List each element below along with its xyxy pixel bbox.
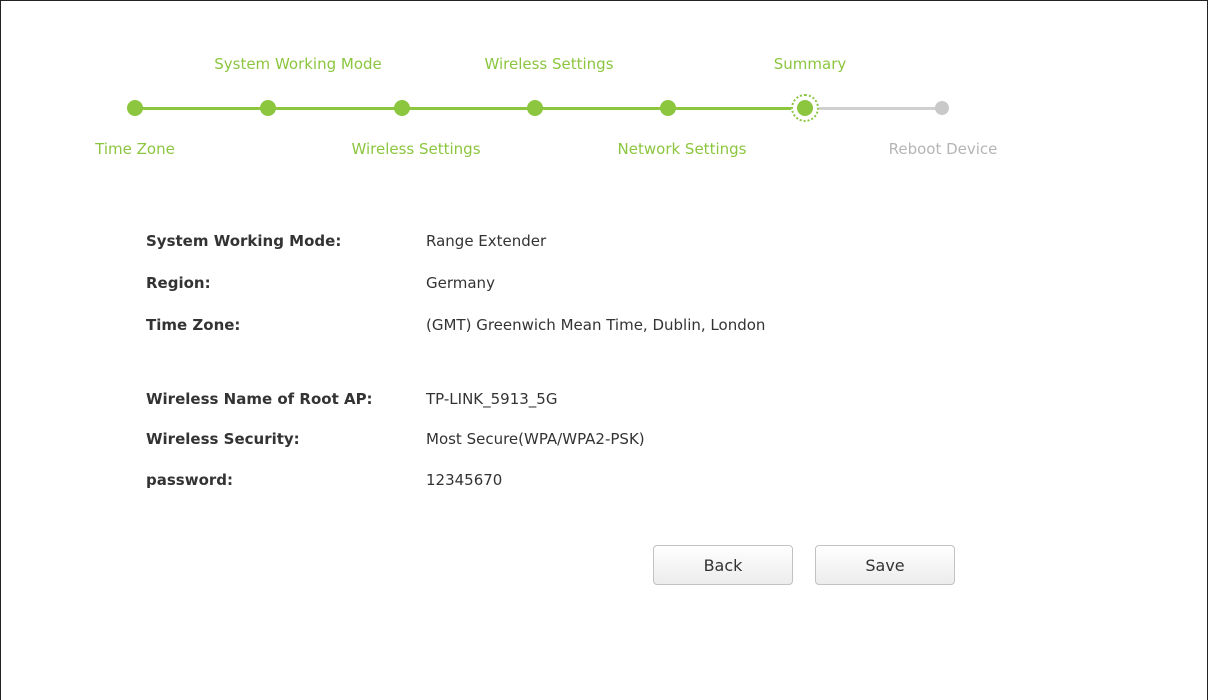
save-button[interactable]: Save (815, 545, 955, 585)
progress-track-remaining (805, 107, 942, 110)
back-button[interactable]: Back (653, 545, 793, 585)
summary-value: Range Extender (426, 232, 547, 250)
step-dot-network-settings (660, 100, 676, 116)
summary-value: TP-LINK_5913_5G (426, 390, 558, 408)
step-label-wireless-settings-1: Wireless Settings (484, 55, 614, 73)
step-label-reboot-device: Reboot Device (888, 140, 998, 158)
step-label-wireless-settings-2: Wireless Settings (351, 140, 481, 158)
step-dot-system-working-mode (260, 100, 276, 116)
step-label-network-settings: Network Settings (617, 140, 747, 158)
summary-label: Time Zone: (146, 316, 241, 334)
step-label-summary: Summary (773, 55, 847, 73)
summary-value: Most Secure(WPA/WPA2-PSK) (426, 430, 645, 448)
summary-label: Wireless Name of Root AP: (146, 390, 373, 408)
summary-value: 12345670 (426, 471, 503, 489)
step-dot-summary (791, 94, 819, 122)
summary-value: Germany (426, 274, 495, 292)
summary-label: System Working Mode: (146, 232, 342, 250)
step-label-system-working-mode: System Working Mode (214, 55, 382, 73)
step-dot-time-zone (127, 100, 143, 116)
step-dot-reboot-device (935, 101, 949, 115)
summary-label: Wireless Security: (146, 430, 300, 448)
summary-label: password: (146, 471, 234, 489)
progress-track-completed (135, 107, 805, 110)
step-dot-wireless-settings-1 (394, 100, 410, 116)
step-label-time-zone: Time Zone (95, 140, 175, 158)
summary-value: (GMT) Greenwich Mean Time, Dublin, Londo… (426, 316, 766, 334)
page-frame (0, 0, 1208, 700)
step-dot-wireless-settings-2 (527, 100, 543, 116)
summary-label: Region: (146, 274, 211, 292)
